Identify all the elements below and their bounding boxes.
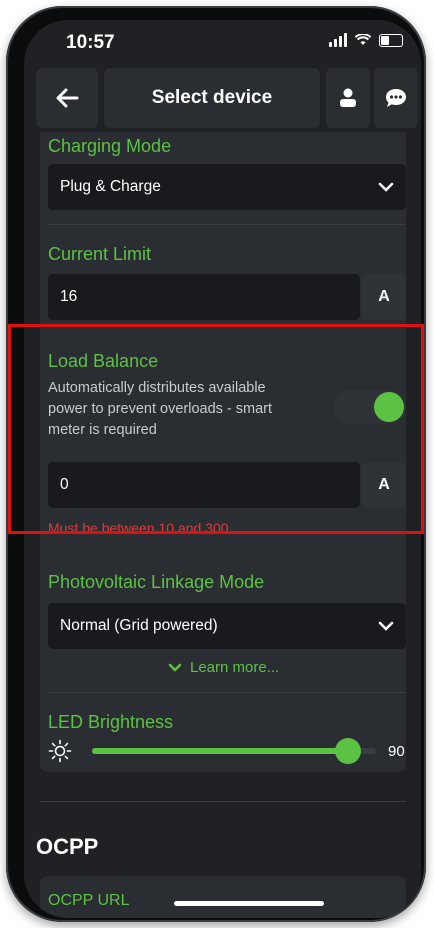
wifi-icon (355, 34, 371, 45)
ocpp-url-label: OCPP URL (48, 892, 130, 909)
pv-linkage-value: Normal (Grid powered) (60, 617, 218, 634)
user-icon (340, 88, 356, 107)
current-limit-label: Current Limit (48, 244, 152, 264)
signal-icon (329, 33, 347, 47)
status-time: 10:57 (66, 32, 115, 53)
home-indicator (174, 901, 324, 906)
learn-more-link[interactable]: Learn more... (168, 659, 279, 676)
sun-icon (48, 739, 72, 763)
current-limit-input[interactable]: 16 (48, 274, 360, 320)
chat-bubble-icon (386, 89, 406, 107)
learn-more-text: Learn more... (190, 659, 280, 676)
charging-mode-label: Charging Mode (48, 136, 172, 156)
led-brightness-label: LED Brightness (48, 712, 174, 732)
brightness-value: 90 (388, 743, 405, 760)
pv-linkage-label: Photovoltaic Linkage Mode (48, 572, 265, 592)
device-selector[interactable]: Select device (104, 68, 320, 128)
ocpp-card: OCPP URL (40, 876, 406, 918)
charging-mode-value: Plug & Charge (60, 178, 161, 195)
chevron-down-icon (168, 663, 182, 672)
chevron-down-icon (378, 182, 394, 192)
current-limit-unit: A (362, 274, 406, 320)
charging-mode-select[interactable]: Plug & Charge (48, 164, 406, 210)
profile-button[interactable] (326, 68, 370, 128)
top-bar: Select device (36, 68, 418, 130)
load-balance-highlight-box (8, 324, 424, 534)
pv-linkage-select[interactable]: Normal (Grid powered) (48, 603, 406, 649)
chevron-down-icon (378, 621, 394, 631)
divider (48, 224, 406, 225)
current-limit-value: 16 (60, 288, 78, 305)
divider (48, 692, 406, 693)
battery-icon (379, 33, 403, 47)
status-bar: 10:57 (24, 20, 421, 64)
ocpp-section-title: OCPP (36, 834, 99, 859)
back-button[interactable] (36, 68, 98, 128)
chat-button[interactable] (374, 68, 418, 128)
brightness-slider-fill (92, 748, 348, 754)
status-icons (329, 33, 403, 47)
brightness-slider-handle[interactable] (334, 738, 361, 764)
section-divider (40, 801, 406, 802)
arrow-left-icon (56, 88, 79, 108)
page-title: Select device (151, 87, 273, 108)
